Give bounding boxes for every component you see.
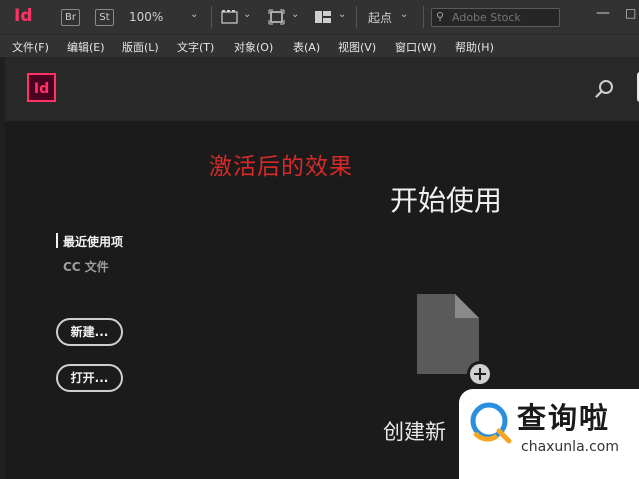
menu-view[interactable]: 视图(V)	[338, 39, 376, 55]
app-logo: Id	[14, 6, 33, 26]
menu-help[interactable]: 帮助(H)	[455, 39, 494, 55]
search-icon[interactable]	[595, 79, 615, 99]
toolbar-divider	[423, 6, 424, 28]
caption-annotation: 激活后的效果	[209, 154, 353, 180]
chevron-down-icon[interactable]: ⌄	[243, 9, 251, 20]
chevron-down-icon[interactable]: ⌄	[291, 9, 299, 20]
menu-layout[interactable]: 版面(L)	[122, 39, 159, 55]
watermark-url: chaxunla.com	[521, 439, 619, 455]
new-button[interactable]: 新建...	[56, 318, 123, 346]
start-screen-header: Id	[5, 57, 639, 121]
open-button[interactable]: 打开...	[56, 364, 123, 392]
create-new-label: 创建新	[383, 420, 446, 444]
workspace-switcher[interactable]: 起点	[368, 9, 392, 25]
nav-recent[interactable]: 最近使用项	[63, 233, 123, 250]
screen-mode-icon[interactable]	[268, 9, 286, 25]
menu-edit[interactable]: 编辑(E)	[67, 39, 105, 55]
restore-icon[interactable]: □	[625, 6, 636, 20]
watermark-text: 查询啦	[517, 401, 611, 435]
stock-button[interactable]: St	[95, 9, 114, 26]
app-toolbar: Id Br St 100% ⌄ ⌄ ⌄ ⌄ 起点 ⌄ ⚲ — □	[0, 0, 639, 34]
nav-cc-files[interactable]: CC 文件	[63, 258, 109, 275]
indesign-logo: Id	[27, 73, 56, 102]
watermark: 查询啦 chaxunla.com	[459, 389, 639, 479]
stock-search-input[interactable]	[452, 10, 552, 24]
watermark-logo-icon	[470, 402, 512, 444]
menu-type[interactable]: 文字(T)	[177, 39, 214, 55]
chevron-down-icon[interactable]: ⌄	[190, 9, 198, 20]
new-document-icon[interactable]	[415, 294, 495, 386]
menu-window[interactable]: 窗口(W)	[395, 39, 436, 55]
menu-object[interactable]: 对象(O)	[234, 39, 273, 55]
view-options-icon[interactable]	[221, 9, 239, 25]
zoom-level[interactable]: 100%	[129, 10, 163, 24]
page-title: 开始使用	[390, 184, 503, 217]
chevron-down-icon[interactable]: ⌄	[338, 9, 346, 20]
bridge-button[interactable]: Br	[61, 9, 80, 26]
menu-bar: 文件(F) 编辑(E) 版面(L) 文字(T) 对象(O) 表(A) 视图(V)…	[0, 34, 639, 57]
menu-table[interactable]: 表(A)	[293, 39, 320, 55]
toolbar-divider	[356, 6, 357, 28]
minimize-icon[interactable]: —	[596, 5, 610, 21]
active-indicator	[56, 233, 58, 248]
search-icon: ⚲	[436, 10, 445, 23]
toolbar-divider	[211, 6, 212, 28]
stock-search-box[interactable]: ⚲	[431, 8, 560, 27]
menu-file[interactable]: 文件(F)	[12, 39, 49, 55]
chevron-down-icon[interactable]: ⌄	[400, 9, 408, 20]
arrange-documents-icon[interactable]	[314, 9, 332, 25]
